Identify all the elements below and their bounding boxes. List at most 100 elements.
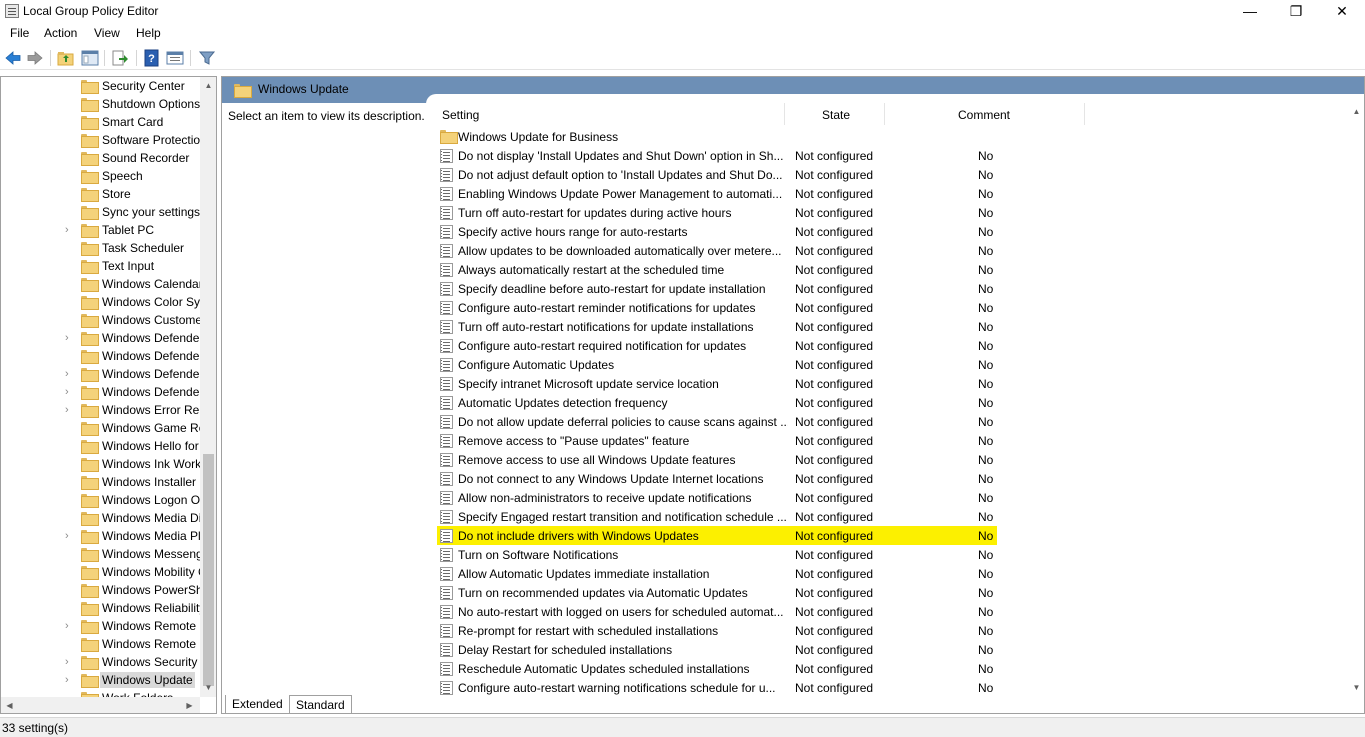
menu-view[interactable]: View <box>92 26 122 40</box>
tree-item[interactable]: Smart Card <box>1 113 201 131</box>
tree-item[interactable]: › Windows Security <box>1 653 201 671</box>
tree-item[interactable]: Windows Ink Workspace <box>1 455 201 473</box>
up-folder-icon[interactable] <box>57 49 75 67</box>
policy-row[interactable]: Remove access to "Pause updates" feature… <box>437 431 1349 450</box>
scroll-left-arrow-icon[interactable]: ◀ <box>1 697 18 713</box>
scroll-up-arrow-icon[interactable]: ▲ <box>1348 103 1364 120</box>
policy-row[interactable]: Turn off auto-restart for updates during… <box>437 203 1349 222</box>
policy-row[interactable]: Automatic Updates detection frequency Not… <box>437 393 1349 412</box>
expand-chevron-icon[interactable]: › <box>65 675 75 686</box>
expand-chevron-icon[interactable]: › <box>65 225 75 236</box>
policy-row[interactable]: Turn on recommended updates via Automati… <box>437 583 1349 602</box>
policy-row[interactable]: Configure Automatic Updates Not configure… <box>437 355 1349 374</box>
menu-file[interactable]: File <box>8 26 31 40</box>
policy-row[interactable]: Allow non-administrators to receive upda… <box>437 488 1349 507</box>
column-header-setting[interactable]: Setting <box>442 108 479 122</box>
export-list-icon[interactable] <box>111 49 129 67</box>
show-hide-tree-icon[interactable] <box>81 49 99 67</box>
tree-item[interactable]: Work Folders <box>1 689 201 697</box>
tree-item[interactable]: Security Center <box>1 77 201 95</box>
column-divider[interactable] <box>1084 103 1085 125</box>
tree-item[interactable]: Shutdown Options <box>1 95 201 113</box>
expand-chevron-icon[interactable]: › <box>65 657 75 668</box>
column-header-state[interactable]: State <box>822 108 850 122</box>
policy-row[interactable]: Specify Engaged restart transition and n… <box>437 507 1349 526</box>
policy-row[interactable]: Turn on Software Notifications Not config… <box>437 545 1349 564</box>
tree-item[interactable]: Windows Defender Application Guard <box>1 347 201 365</box>
scroll-down-arrow-icon[interactable]: ▼ <box>1348 679 1364 696</box>
tree-horizontal-scrollbar[interactable]: ◀ ▶ <box>1 697 200 713</box>
policy-row[interactable]: Specify active hours range for auto-rest… <box>437 222 1349 241</box>
tree-item[interactable]: › Tablet PC <box>1 221 201 239</box>
policy-row[interactable]: Allow Automatic Updates immediate instal… <box>437 564 1349 583</box>
tab-extended[interactable]: Extended <box>225 695 290 714</box>
tree-item[interactable]: Windows Game Recording <box>1 419 201 437</box>
tree-item[interactable]: Windows Mobility Center <box>1 563 201 581</box>
help-icon[interactable]: ? <box>143 49 161 67</box>
policy-row[interactable]: Allow updates to be downloaded automatic… <box>437 241 1349 260</box>
close-button[interactable]: ✕ <box>1319 0 1365 23</box>
tree-item[interactable]: › Windows Defender SmartScreen <box>1 383 201 401</box>
scroll-thumb[interactable] <box>203 454 214 686</box>
tree-item[interactable]: Speech <box>1 167 201 185</box>
policy-row[interactable]: Reschedule Automatic Updates scheduled i… <box>437 659 1349 678</box>
tab-standard[interactable]: Standard <box>289 695 352 714</box>
tree-item[interactable]: Windows Installer <box>1 473 201 491</box>
maximize-button[interactable]: ❐ <box>1273 0 1319 23</box>
scroll-thumb[interactable] <box>1351 121 1362 679</box>
tree-item[interactable]: › Windows Defender Exploit Guard <box>1 365 201 383</box>
tree-item[interactable]: Windows Messenger <box>1 545 201 563</box>
subfolder-row[interactable]: Windows Update for Business <box>437 127 1349 146</box>
tree-item[interactable]: › Windows Error Reporting <box>1 401 201 419</box>
menu-action[interactable]: Action <box>42 26 79 40</box>
tree-item[interactable]: Windows Color System <box>1 293 201 311</box>
minimize-button[interactable]: — <box>1227 0 1273 23</box>
tree-item[interactable]: Sync your settings <box>1 203 201 221</box>
tree-item[interactable]: Windows Media Digital Rights <box>1 509 201 527</box>
policy-row[interactable]: Turn off auto-restart notifications for … <box>437 317 1349 336</box>
column-divider[interactable] <box>784 103 785 125</box>
tree-item[interactable]: Software Protection Platform <box>1 131 201 149</box>
filter-icon[interactable] <box>198 49 216 67</box>
policy-row[interactable]: Remove access to use all Windows Update … <box>437 450 1349 469</box>
list-vertical-scrollbar[interactable]: ▲ ▼ <box>1348 103 1364 697</box>
policy-row[interactable]: Enabling Windows Update Power Management… <box>437 184 1349 203</box>
policy-row[interactable]: Specify intranet Microsoft update servic… <box>437 374 1349 393</box>
policy-row[interactable]: Do not connect to any Windows Update Int… <box>437 469 1349 488</box>
expand-chevron-icon[interactable]: › <box>65 369 75 380</box>
expand-chevron-icon[interactable]: › <box>65 621 75 632</box>
column-divider[interactable] <box>884 103 885 125</box>
menu-help[interactable]: Help <box>134 26 163 40</box>
back-arrow-icon[interactable] <box>4 49 22 67</box>
tree-item[interactable]: Text Input <box>1 257 201 275</box>
tree-item[interactable]: Windows Reliability Analysis <box>1 599 201 617</box>
policy-row[interactable]: Configure auto-restart required notifica… <box>437 336 1349 355</box>
expand-chevron-icon[interactable]: › <box>65 387 75 398</box>
tree-item[interactable]: Windows Calendar <box>1 275 201 293</box>
tree-item[interactable]: › Windows Defender Antivirus <box>1 329 201 347</box>
expand-chevron-icon[interactable]: › <box>65 333 75 344</box>
tree-item[interactable]: Windows Customer Experience <box>1 311 201 329</box>
tree-item[interactable]: Windows Remote Shell <box>1 635 201 653</box>
column-header-comment[interactable]: Comment <box>958 108 1010 122</box>
policy-row[interactable]: Do not allow update deferral policies to… <box>437 412 1349 431</box>
tree-item[interactable]: Windows Logon Options <box>1 491 201 509</box>
tree-item[interactable]: Store <box>1 185 201 203</box>
tree-item[interactable]: Task Scheduler <box>1 239 201 257</box>
forward-arrow-icon[interactable] <box>26 49 44 67</box>
policy-row[interactable]: Configure auto-restart reminder notifica… <box>437 298 1349 317</box>
scroll-down-arrow-icon[interactable]: ▼ <box>200 679 216 696</box>
policy-row[interactable]: No auto-restart with logged on users for… <box>437 602 1349 621</box>
policy-row[interactable]: Always automatically restart at the sche… <box>437 260 1349 279</box>
tree-item[interactable]: › Windows Remote Management <box>1 617 201 635</box>
policy-row[interactable]: Specify deadline before auto-restart for… <box>437 279 1349 298</box>
policy-row[interactable]: Re-prompt for restart with scheduled ins… <box>437 621 1349 640</box>
expand-chevron-icon[interactable]: › <box>65 405 75 416</box>
tree-item[interactable]: Windows PowerShell <box>1 581 201 599</box>
tree-item[interactable]: Windows Hello for Business <box>1 437 201 455</box>
policy-row[interactable]: Do not display 'Install Updates and Shut… <box>437 146 1349 165</box>
expand-chevron-icon[interactable]: › <box>65 531 75 542</box>
scroll-up-arrow-icon[interactable]: ▲ <box>200 77 216 94</box>
scroll-right-arrow-icon[interactable]: ▶ <box>181 697 198 713</box>
policy-row[interactable]: Delay Restart for scheduled installation… <box>437 640 1349 659</box>
